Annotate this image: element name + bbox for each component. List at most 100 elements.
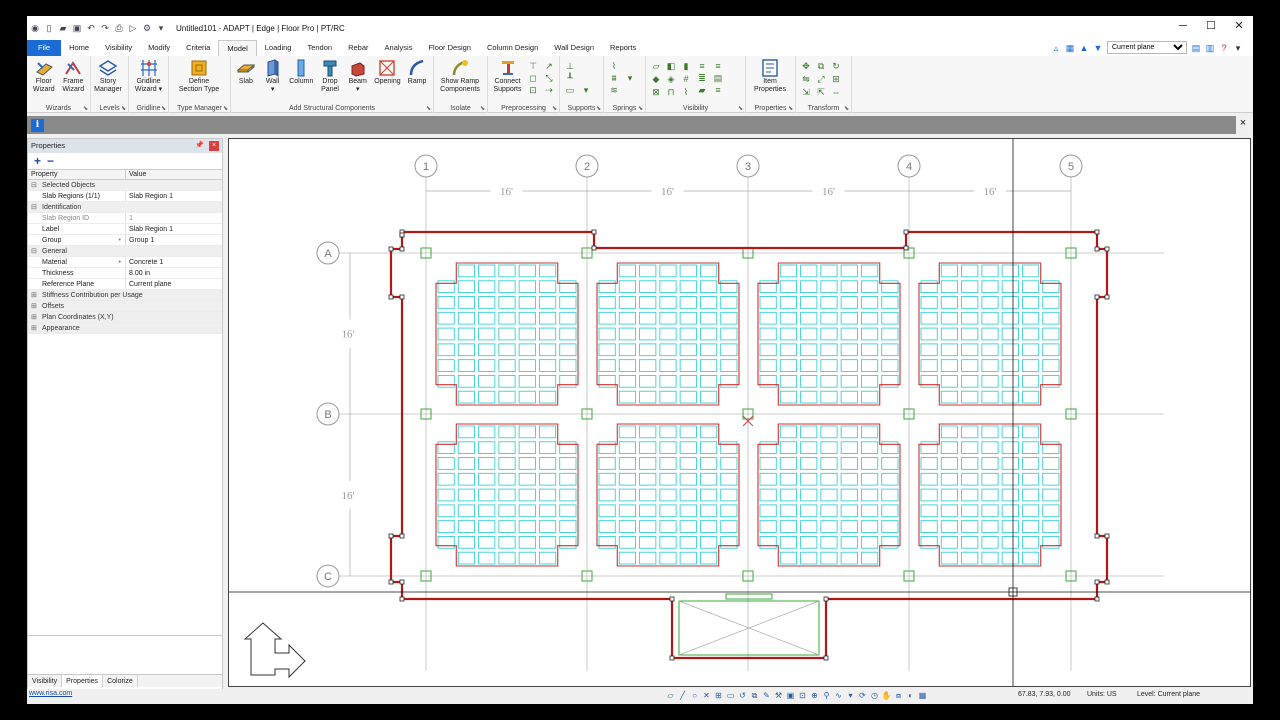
info-bar-close-button[interactable]: × bbox=[1237, 116, 1249, 130]
settings-icon[interactable]: ⚙ bbox=[142, 23, 152, 33]
property-value[interactable]: 1 bbox=[126, 213, 222, 223]
property-value[interactable]: Slab Region 1 bbox=[126, 224, 222, 234]
snap-rotate-icon[interactable]: ↺ bbox=[737, 690, 748, 701]
snap-zoom-icon[interactable]: ⚲ bbox=[821, 690, 832, 701]
pin-panel-icon[interactable]: 📌 bbox=[195, 139, 204, 153]
scale-icon[interactable]: ⤢ bbox=[814, 73, 828, 85]
align-icon[interactable]: ⇲ bbox=[799, 86, 813, 98]
offset-icon[interactable]: ⇱ bbox=[814, 86, 828, 98]
snap-tool-icon[interactable]: ⚒ bbox=[773, 690, 784, 701]
snap-circle-icon[interactable]: ○ bbox=[689, 690, 700, 701]
wizards-launcher-icon[interactable]: ⬊ bbox=[83, 105, 88, 112]
level-down-icon[interactable]: ▼ bbox=[1093, 43, 1103, 53]
show-all-levels-icon[interactable]: ▤ bbox=[1191, 43, 1201, 53]
property-value[interactable]: Current plane bbox=[126, 279, 222, 289]
vis-layer-2-icon[interactable]: ≣ bbox=[695, 72, 709, 84]
vis-wall-icon[interactable]: ◧ bbox=[664, 60, 678, 72]
copy-icon[interactable]: ⧉ bbox=[814, 60, 828, 72]
spring-option-1-icon[interactable] bbox=[623, 60, 637, 72]
visibility-launcher-icon[interactable]: ⬊ bbox=[738, 105, 743, 112]
property-value[interactable]: Group 1 bbox=[126, 235, 222, 245]
new-file-icon[interactable]: ▯ bbox=[44, 23, 54, 33]
snap-grid-toggle-icon[interactable]: ▦ bbox=[917, 690, 928, 701]
floor-plan-drawing[interactable]: 1 2 3 4 5 A B C 16' 16' 16' 16' 16' 16' bbox=[229, 139, 1251, 687]
property-category[interactable]: General bbox=[28, 246, 222, 257]
isolate-launcher-icon[interactable]: ⬊ bbox=[480, 105, 485, 112]
dropdown-indicator-icon[interactable]: • bbox=[119, 235, 121, 245]
levels-launcher-icon[interactable]: ⬊ bbox=[121, 105, 126, 112]
property-category[interactable]: Selected Objects bbox=[28, 180, 222, 191]
snap-fill-icon[interactable]: ◐ bbox=[905, 690, 916, 701]
vis-opening-icon[interactable]: ⊠ bbox=[649, 86, 663, 98]
tab-analysis[interactable]: Analysis bbox=[377, 40, 421, 56]
collapse-ribbon-icon[interactable]: ▵ bbox=[1051, 43, 1061, 53]
tab-loading[interactable]: Loading bbox=[257, 40, 300, 56]
tab-home[interactable]: Home bbox=[61, 40, 97, 56]
vis-layer-1-icon[interactable]: ≡ bbox=[695, 60, 709, 72]
property-row[interactable]: Label Slab Region 1 bbox=[28, 224, 222, 235]
spring-option-2-icon[interactable] bbox=[623, 84, 637, 96]
properties-launcher-icon[interactable]: ⬊ bbox=[788, 105, 793, 112]
vis-layer-6-icon[interactable]: ≡ bbox=[711, 84, 725, 96]
area-support-icon[interactable]: ▭ bbox=[563, 84, 577, 96]
save-icon[interactable]: ▣ bbox=[72, 23, 82, 33]
preprocess-tool-5-icon[interactable]: ⤡ bbox=[542, 72, 556, 84]
preprocessing-launcher-icon[interactable]: ⬊ bbox=[552, 105, 557, 112]
expand-all-icon[interactable]: + bbox=[34, 155, 41, 167]
tab-rebar[interactable]: Rebar bbox=[340, 40, 376, 56]
property-category[interactable]: Plan Coordinates (X,Y) bbox=[28, 312, 222, 323]
maximize-button[interactable]: ☐ bbox=[1197, 16, 1225, 36]
snap-zoom-window-icon[interactable]: ⊕ bbox=[809, 690, 820, 701]
tab-floor-design[interactable]: Floor Design bbox=[420, 40, 479, 56]
plane-selector[interactable]: Current plane bbox=[1107, 41, 1187, 54]
snap-view-icon[interactable]: ▣ bbox=[785, 690, 796, 701]
support-option-2-icon[interactable] bbox=[579, 72, 593, 84]
vis-column-icon[interactable]: ▮ bbox=[679, 60, 693, 72]
redo-icon[interactable]: ↷ bbox=[100, 23, 110, 33]
vis-beam-icon[interactable]: ◆ bbox=[649, 73, 663, 85]
property-category[interactable]: Stiffness Contribution per Usage bbox=[28, 290, 222, 301]
snap-dropdown-icon[interactable]: ▾ bbox=[845, 690, 856, 701]
support-option-1-icon[interactable] bbox=[579, 60, 593, 72]
property-row[interactable]: Material • Concrete 1 bbox=[28, 257, 222, 268]
preprocess-tool-6-icon[interactable]: ⇢ bbox=[542, 84, 556, 96]
help-icon[interactable]: ? bbox=[1219, 43, 1229, 53]
line-spring-icon[interactable]: ⩩ bbox=[607, 72, 621, 84]
property-value[interactable]: Concrete 1 bbox=[126, 257, 222, 267]
vis-slab-icon[interactable]: ▱ bbox=[649, 60, 663, 72]
panel-tab-properties[interactable]: Properties bbox=[62, 675, 104, 687]
vis-drop-icon[interactable]: ◈ bbox=[664, 73, 678, 85]
preprocess-tool-2-icon[interactable]: ◻ bbox=[526, 72, 540, 84]
snap-line-icon[interactable]: ╱ bbox=[677, 690, 688, 701]
minimize-button[interactable]: ─ bbox=[1169, 16, 1197, 36]
view-3d-icon[interactable]: ▦ bbox=[1065, 43, 1075, 53]
run-icon[interactable]: ▷ bbox=[128, 23, 138, 33]
property-row[interactable]: Slab Region ID 1 bbox=[28, 213, 222, 224]
tab-modify[interactable]: Modify bbox=[140, 40, 178, 56]
property-category[interactable]: Appearance bbox=[28, 323, 222, 334]
spring-dropdown-icon[interactable]: ▾ bbox=[623, 72, 637, 84]
snap-orbit-icon[interactable]: ⟳ bbox=[857, 690, 868, 701]
property-category[interactable]: Offsets bbox=[28, 301, 222, 312]
print-icon[interactable]: ⎙ bbox=[114, 23, 124, 33]
vis-layer-5-icon[interactable]: ▤ bbox=[711, 72, 725, 84]
area-spring-icon[interactable]: ≋ bbox=[607, 84, 621, 96]
tab-column-design[interactable]: Column Design bbox=[479, 40, 546, 56]
open-folder-icon[interactable]: ▰ bbox=[58, 23, 68, 33]
snap-cross-icon[interactable]: ✕ bbox=[701, 690, 712, 701]
tab-file[interactable]: File bbox=[27, 40, 62, 56]
transform-launcher-icon[interactable]: ⬊ bbox=[844, 105, 849, 112]
structural-launcher-icon[interactable]: ⬊ bbox=[426, 105, 431, 112]
snap-copy-icon[interactable]: ⧉ bbox=[749, 690, 760, 701]
app-logo-icon[interactable]: ◉ bbox=[30, 23, 40, 33]
drawing-canvas[interactable]: 1 2 3 4 5 A B C 16' 16' 16' 16' 16' 16' bbox=[228, 138, 1251, 687]
info-icon[interactable]: i bbox=[31, 119, 44, 132]
tab-criteria[interactable]: Criteria bbox=[178, 40, 218, 56]
tab-tendon[interactable]: Tendon bbox=[299, 40, 340, 56]
line-support-icon[interactable]: ┸ bbox=[563, 72, 577, 84]
snap-layers-icon[interactable]: ⧈ bbox=[893, 690, 904, 701]
panel-tab-colorize[interactable]: Colorize bbox=[103, 675, 138, 687]
support-dropdown-icon[interactable]: ▾ bbox=[579, 84, 593, 96]
point-spring-icon[interactable]: ⌇ bbox=[607, 60, 621, 72]
panel-tab-visibility[interactable]: Visibility bbox=[28, 675, 63, 687]
